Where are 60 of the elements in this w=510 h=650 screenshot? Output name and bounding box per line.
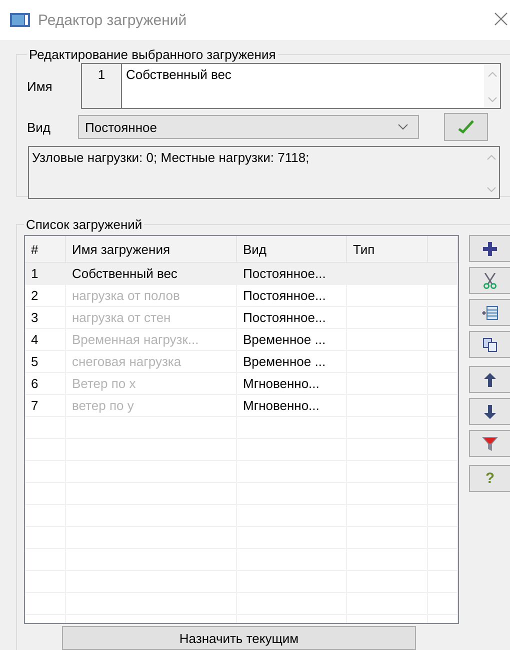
up-button[interactable] [469, 366, 510, 393]
add-button[interactable] [469, 235, 510, 262]
window-title: Редактор загружений [38, 12, 187, 28]
insert-row-icon [482, 306, 498, 320]
close-icon[interactable] [494, 12, 508, 26]
group-title: Редактирование выбранного загружения [28, 47, 277, 62]
table-cell: Мгновенно... [237, 373, 347, 394]
group-title: Список загружений [25, 217, 144, 232]
table-cell: Мгновенно... [237, 395, 347, 416]
column-header[interactable]: # [25, 236, 66, 262]
table-cell: 7 [25, 395, 66, 416]
table-row[interactable]: 3 нагрузка от стен Постоянное... [25, 307, 458, 329]
load-number: 1 [82, 64, 122, 108]
apply-button[interactable] [444, 113, 488, 141]
type-dropdown[interactable]: Постоянное [78, 115, 419, 139]
chevron-down-icon [398, 124, 408, 130]
table-cell: 2 [25, 285, 66, 306]
table-row[interactable]: 4 Временная нагрузк... Временное ... [25, 329, 458, 351]
table-cell: нагрузка от полов [66, 285, 237, 306]
table-cell: 5 [25, 351, 66, 372]
table-row[interactable]: 1 Собственный вес Постоянное... [25, 263, 458, 285]
table-cell: Временное ... [237, 351, 347, 372]
table-row[interactable]: 6 Ветер по x Мгновенно... [25, 373, 458, 395]
scissors-icon [483, 272, 497, 288]
table-cell: Постоянное... [237, 307, 347, 328]
table-cell: 3 [25, 307, 66, 328]
info-box: Узловые нагрузки: 0; Местные нагрузки: 7118; [28, 146, 500, 199]
checkmark-icon [458, 120, 474, 134]
copy-icon [483, 338, 497, 352]
filter-button[interactable] [469, 430, 510, 457]
down-arrow-icon [484, 404, 496, 418]
table-cell: нагрузка от стен [66, 307, 237, 328]
table-cell: Временная нагрузк... [66, 329, 237, 350]
table-cell: Ветер по x [66, 373, 237, 394]
plus-icon [483, 242, 497, 256]
insert-button[interactable] [469, 299, 510, 326]
table-cell: 6 [25, 373, 66, 394]
filter-icon [482, 436, 498, 452]
assign-current-button[interactable]: Назначить текущим [62, 626, 416, 650]
column-header[interactable]: Тип [347, 236, 428, 262]
field-label: Имя [27, 78, 54, 94]
table-row[interactable]: 5 снеговая нагрузка Временное ... [25, 351, 458, 373]
table-row[interactable]: 7 ветер по y Мгновенно... [25, 395, 458, 417]
column-header[interactable]: Имя загружения [66, 236, 237, 262]
table-row[interactable]: 2 нагрузка от полов Постоянное... [25, 285, 458, 307]
table-cell: Постоянное... [237, 263, 347, 284]
table-cell: ветер по y [66, 395, 237, 416]
table-cell: 4 [25, 329, 66, 350]
field-label: Вид [27, 120, 52, 134]
table-cell: 1 [25, 263, 66, 284]
column-header[interactable]: Вид [237, 236, 347, 262]
down-button[interactable] [469, 398, 510, 425]
table-cell: Временное ... [237, 329, 347, 350]
table-cell: снеговая нагрузка [66, 351, 237, 372]
up-arrow-icon [484, 372, 496, 386]
copy-button[interactable] [469, 331, 510, 358]
table-cell: Собственный вес [66, 263, 237, 284]
window-icon [10, 13, 30, 27]
cut-button[interactable] [469, 267, 510, 294]
table-cell: Постоянное... [237, 285, 347, 306]
